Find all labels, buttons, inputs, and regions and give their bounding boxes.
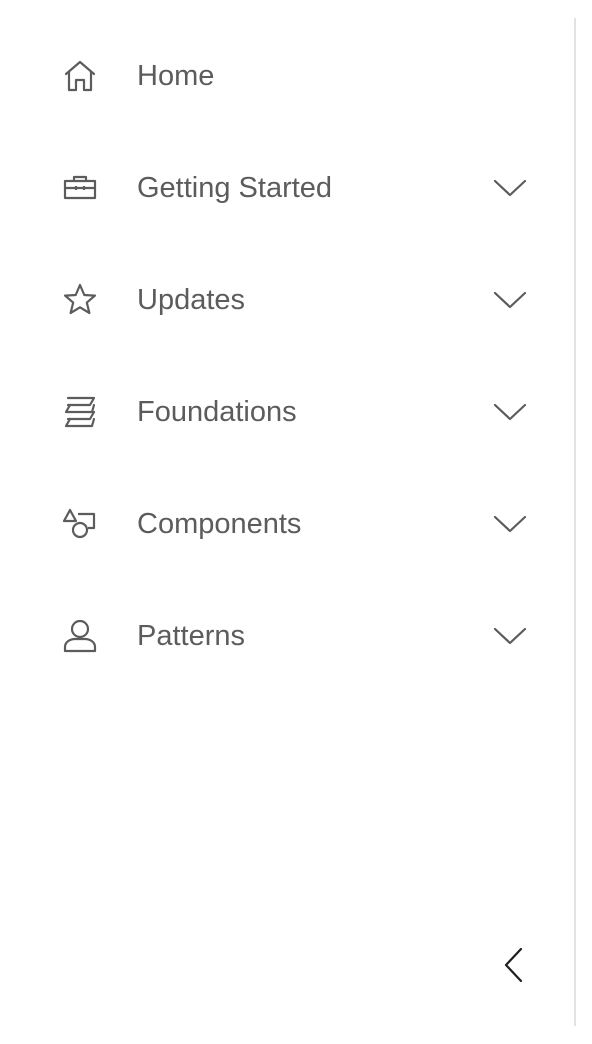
nav-item-components[interactable]: Components <box>0 466 560 578</box>
sidebar-divider[interactable] <box>574 18 576 1026</box>
star-icon <box>60 280 100 320</box>
layers-icon <box>60 392 100 432</box>
nav-item-label: Foundations <box>137 396 297 428</box>
user-icon <box>60 616 100 656</box>
nav-item-foundations[interactable]: Foundations <box>0 354 560 466</box>
nav-item-label: Getting Started <box>137 172 333 204</box>
collapse-sidebar-button[interactable] <box>494 942 534 990</box>
chevron-down-icon[interactable] <box>490 168 530 208</box>
nav-item-getting-started[interactable]: Getting Started <box>0 130 560 242</box>
shapes-icon <box>60 504 100 544</box>
nav-item-label: Patterns <box>137 620 245 652</box>
nav-item-home[interactable]: Home <box>0 18 560 130</box>
chevron-down-icon[interactable] <box>490 280 530 320</box>
chevron-down-icon[interactable] <box>490 616 530 656</box>
nav-item-label: Components <box>137 508 302 540</box>
nav-item-label: Updates <box>137 284 246 316</box>
nav-item-updates[interactable]: Updates <box>0 242 560 354</box>
chevron-left-icon <box>504 947 523 983</box>
nav-item-label: Home <box>137 60 215 92</box>
nav-item-patterns[interactable]: Patterns <box>0 578 560 690</box>
side-navigation: Home Getting Started Updates Foundations… <box>0 0 592 1044</box>
home-icon <box>60 56 100 96</box>
toolbox-icon <box>60 168 100 208</box>
chevron-down-icon[interactable] <box>490 392 530 432</box>
nav-list: Home Getting Started Updates Foundations… <box>0 18 560 690</box>
chevron-down-icon[interactable] <box>490 504 530 544</box>
